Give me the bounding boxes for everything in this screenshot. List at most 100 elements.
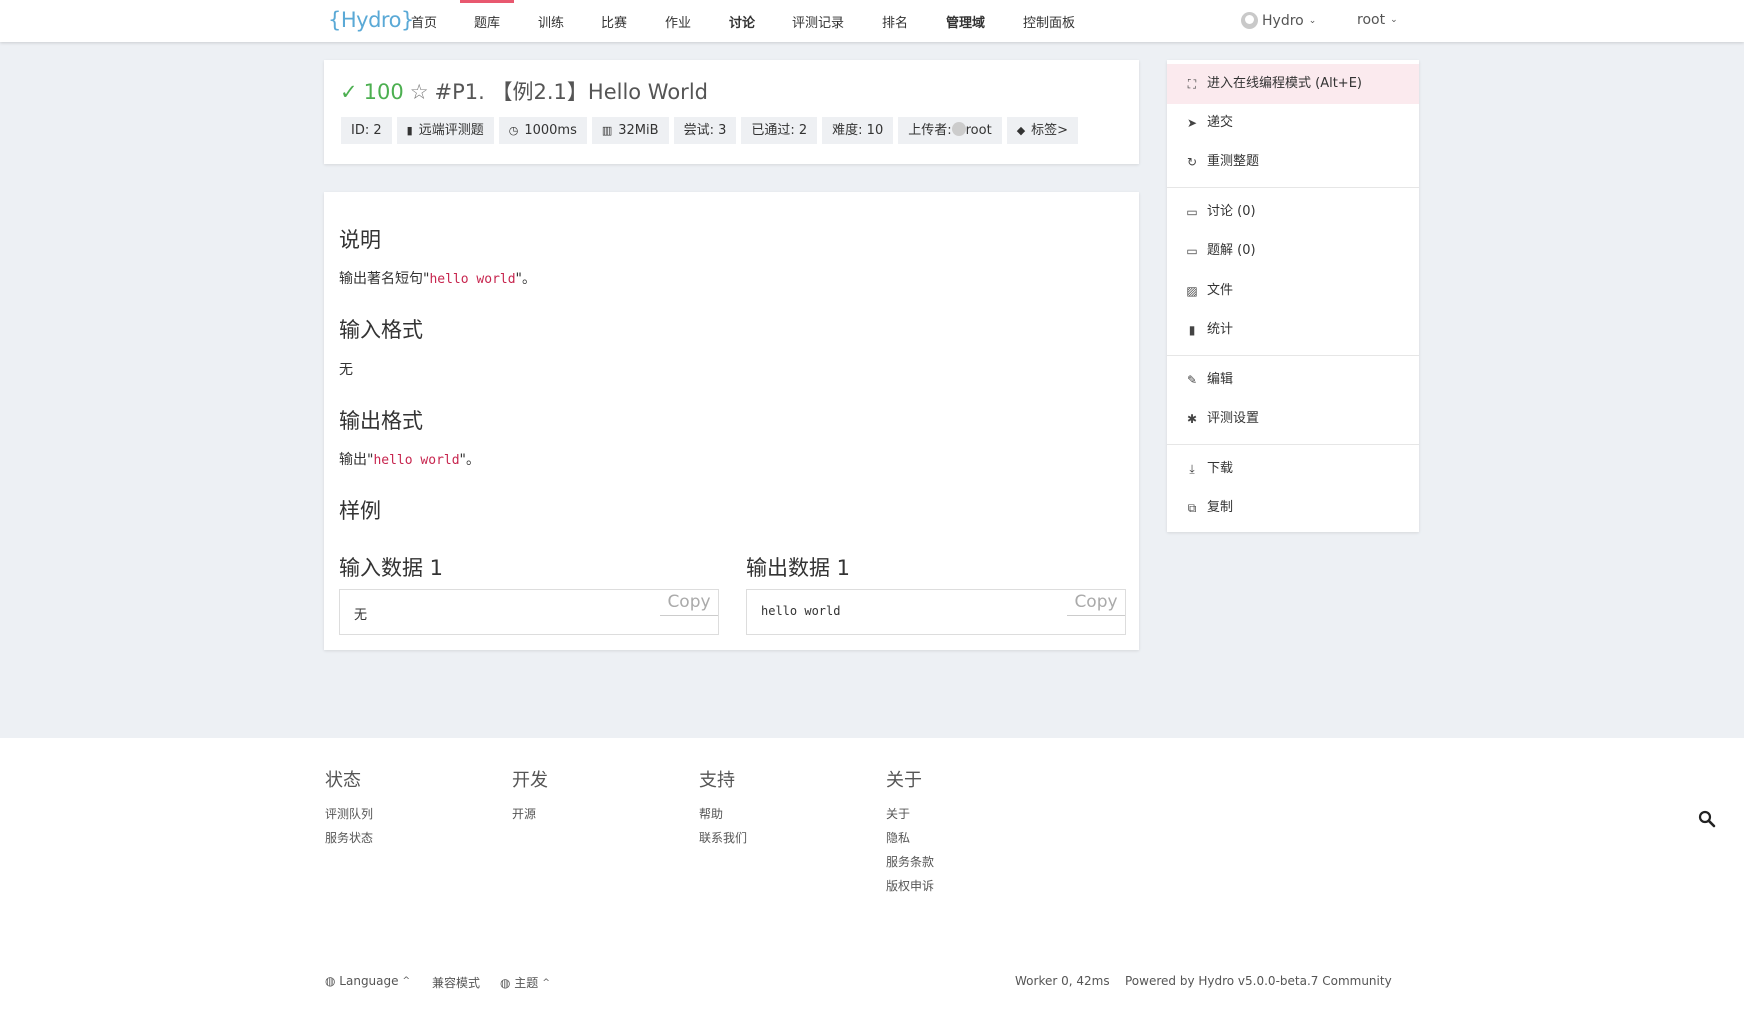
sidebar-item-label: 文件 xyxy=(1207,283,1234,298)
nav-item-control-panel[interactable]: 控制面板 xyxy=(1023,12,1075,42)
footer-link-service-status[interactable]: 服务状态 xyxy=(325,826,373,850)
footer-col-title: 开发 xyxy=(512,770,548,791)
section-title-description: 说明 xyxy=(339,228,381,252)
footer-col-support: 支持 帮助 联系我们 xyxy=(699,766,747,850)
sidebar-divider xyxy=(1167,355,1419,356)
powered-by[interactable]: Powered by Hydro v5.0.0-beta.7 Community xyxy=(1125,974,1392,988)
footer-link-opensource[interactable]: 开源 xyxy=(512,802,548,826)
nav-item-domain-manage[interactable]: 管理域 xyxy=(946,12,985,42)
sidebar-item-label: 进入在线编程模式 (Alt+E) xyxy=(1207,76,1362,91)
sidebar-item-label: 编辑 xyxy=(1207,372,1234,387)
sample-input-text: 无 xyxy=(354,608,368,623)
problem-badges: ID: 2 ▮ 远端评测题 ◷ 1000ms ▥ 32MiB 尝试: 3 已通过: 2… xyxy=(341,117,1079,144)
search-icon[interactable] xyxy=(1698,810,1716,828)
sample-input-box[interactable]: 无 Copy xyxy=(339,589,719,635)
nav-item-training[interactable]: 训练 xyxy=(538,12,564,42)
section-title-samples: 样例 xyxy=(339,499,381,523)
output-suffix: "。 xyxy=(459,452,480,468)
footer-col-dev: 开发 开源 xyxy=(512,766,548,826)
copy-icon: ⧉ xyxy=(1187,501,1197,515)
nav-item-homework[interactable]: 作业 xyxy=(665,12,691,42)
problem-title-row: ✓ 100 ☆ #P1. 【例2.1】Hello World xyxy=(340,76,708,106)
section-title-output: 输出格式 xyxy=(339,409,423,433)
description-text: 输出著名短句"hello world"。 xyxy=(339,268,536,288)
badge-passed: 已通过: 2 xyxy=(741,117,818,144)
domain-switcher[interactable]: Hydro ⌄ xyxy=(1241,12,1316,29)
chevron-down-icon: ⌄ xyxy=(1308,16,1317,26)
sidebar-item-submit[interactable]: ➤ 递交 xyxy=(1167,103,1419,143)
badge-difficulty: 难度: 10 xyxy=(822,117,894,144)
problem-header-card: ✓ 100 ☆ #P1. 【例2.1】Hello World ID: 2 ▮ 远端评测题… xyxy=(324,60,1139,164)
footer-link-copyright[interactable]: 版权申诉 xyxy=(886,874,934,898)
avatar-icon xyxy=(1241,12,1258,29)
sidebar-item-ide-mode[interactable]: ⛶ 进入在线编程模式 (Alt+E) xyxy=(1167,64,1419,104)
download-icon: ⤓ xyxy=(1189,462,1195,476)
hydro-logo[interactable]: {Hydro} xyxy=(328,8,414,32)
uploader-label: 上传者: xyxy=(908,123,952,138)
output-format-text: 输出"hello world"。 xyxy=(339,449,480,469)
theme-label: 主题 xyxy=(514,976,539,990)
globe-icon: ◍ xyxy=(325,974,340,988)
sidebar-item-label: 递交 xyxy=(1207,115,1234,130)
section-title-input: 输入格式 xyxy=(339,318,423,342)
nav-item-problems[interactable]: 题库 xyxy=(459,0,515,42)
problem-content-card: 说明 输出著名短句"hello world"。 输入格式 无 输出格式 输出"h… xyxy=(324,192,1139,650)
star-icon[interactable]: ☆ xyxy=(410,80,429,104)
sample-output-text: hello world xyxy=(761,604,841,618)
footer-link-help[interactable]: 帮助 xyxy=(699,802,747,826)
compat-mode-link[interactable]: 兼容模式 xyxy=(432,974,480,991)
language-label: Language xyxy=(339,974,399,988)
copy-button[interactable]: Copy xyxy=(660,590,718,616)
sidebar-item-download[interactable]: ⤓ 下载 xyxy=(1167,449,1419,489)
gear-icon: ✱ xyxy=(1186,412,1198,426)
sidebar-item-rejudge[interactable]: ↻ 重测整题 xyxy=(1167,142,1419,182)
sidebar-item-statistics[interactable]: ▮ 统计 xyxy=(1167,310,1419,350)
footer-link-about[interactable]: 关于 xyxy=(886,802,934,826)
problem-title: #P1. 【例2.1】Hello World xyxy=(434,80,708,104)
globe-icon: ◍ xyxy=(500,976,515,990)
sidebar-item-label: 统计 xyxy=(1207,322,1234,337)
sidebar-item-label: 评测设置 xyxy=(1207,411,1260,426)
theme-selector[interactable]: ◍ 主题 ^ xyxy=(500,974,550,991)
copy-button[interactable]: Copy xyxy=(1067,590,1125,616)
footer-col-title: 状态 xyxy=(325,770,361,791)
nav-item-ranking[interactable]: 排名 xyxy=(882,12,908,42)
send-icon: ➤ xyxy=(1186,116,1198,130)
footer-link-contact[interactable]: 联系我们 xyxy=(699,826,747,850)
sidebar-item-solution[interactable]: ▭ 题解 (0) xyxy=(1167,231,1419,271)
nav-item-discussion[interactable]: 讨论 xyxy=(729,12,755,42)
sidebar-item-discussion[interactable]: ▭ 讨论 (0) xyxy=(1167,192,1419,232)
footer-link-terms[interactable]: 服务条款 xyxy=(886,850,934,874)
sample-input-title: 输入数据 1 xyxy=(339,556,444,580)
footer: 状态 评测队列 服务状态 开发 开源 支持 帮助 联系我们 关于 关于 隐私 服… xyxy=(0,738,1744,1011)
language-selector[interactable]: ◍ Language ^ xyxy=(325,974,410,988)
sidebar-item-copy[interactable]: ⧉ 复制 xyxy=(1167,488,1419,528)
desc-code: hello world xyxy=(429,272,516,287)
badge-time-label: 1000ms xyxy=(524,123,577,138)
tags-label: 标签> xyxy=(1031,123,1069,138)
nav-item-home[interactable]: 首页 xyxy=(411,12,437,42)
chevron-up-icon: ^ xyxy=(542,978,550,988)
footer-link-privacy[interactable]: 隐私 xyxy=(886,826,934,850)
memory-icon: ▥ xyxy=(601,124,613,137)
stopwatch-icon: ◷ xyxy=(508,124,519,137)
sidebar-item-judge-settings[interactable]: ✱ 评测设置 xyxy=(1167,399,1419,439)
footer-col-status: 状态 评测队列 服务状态 xyxy=(325,766,373,850)
sidebar-item-label: 讨论 (0) xyxy=(1207,204,1256,219)
nav-item-records[interactable]: 评测记录 xyxy=(792,12,844,42)
nav-item-contest[interactable]: 比赛 xyxy=(601,12,627,42)
badge-uploader[interactable]: 上传者: root xyxy=(898,117,1002,144)
sidebar-item-edit[interactable]: ✎ 编辑 xyxy=(1167,360,1419,400)
output-prefix: 输出" xyxy=(339,452,374,468)
sidebar-item-label: 下载 xyxy=(1207,461,1234,476)
sample-output-box[interactable]: hello world Copy xyxy=(746,589,1126,635)
book-icon: ▮ xyxy=(406,124,413,137)
badge-memory-label: 32MiB xyxy=(618,123,659,138)
bar-chart-icon: ▮ xyxy=(1188,323,1196,337)
badge-tags[interactable]: ◆ 标签> xyxy=(1006,117,1079,144)
footer-link-judge-queue[interactable]: 评测队列 xyxy=(325,802,373,826)
user-menu[interactable]: root ⌄ xyxy=(1357,12,1398,28)
sidebar-item-files[interactable]: ▨ 文件 xyxy=(1167,271,1419,311)
badge-id: ID: 2 xyxy=(341,117,392,144)
input-format-text: 无 xyxy=(339,362,353,378)
